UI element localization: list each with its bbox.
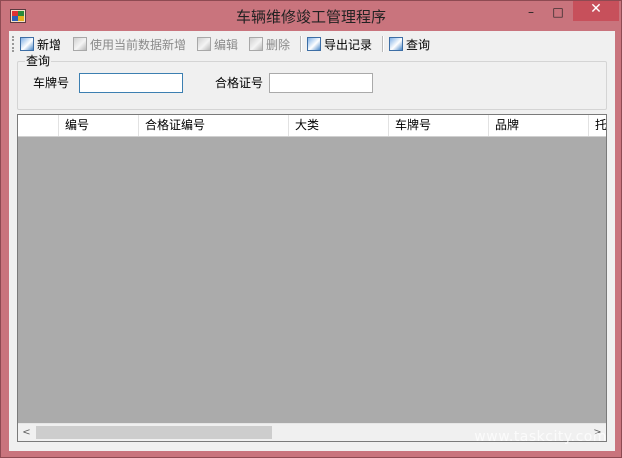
query-group-title: 查询 [25,54,52,68]
row-header-corner[interactable] [18,115,59,136]
column-header-plate-number[interactable]: 车牌号 [389,115,489,136]
column-header-certificate-number[interactable]: 合格证编号 [139,115,289,136]
scroll-thumb[interactable] [36,426,272,439]
maximize-button[interactable]: □ [544,5,572,23]
edit-button[interactable]: 编辑 [197,35,238,53]
close-button[interactable]: ✕ [573,1,619,21]
column-header-brand[interactable]: 品牌 [489,115,589,136]
add-from-current-button[interactable]: 使用当前数据新增 [73,35,186,53]
edit-button-label: 编辑 [214,37,239,52]
plate-number-label: 车牌号 [33,76,70,90]
export-records-button[interactable]: 导出记录 [307,35,372,53]
add-button[interactable]: 新增 [20,35,61,53]
records-grid[interactable]: 编号 合格证编号 大类 车牌号 品牌 托 < > [17,114,607,442]
column-header-truncated[interactable]: 托 [589,115,606,136]
delete-button-label: 删除 [266,37,291,52]
scroll-left-arrow[interactable]: < [18,424,35,441]
grid-header: 编号 合格证编号 大类 车牌号 品牌 托 [18,115,606,137]
column-header-id[interactable]: 编号 [59,115,139,136]
query-button[interactable]: 查询 [389,35,430,53]
query-groupbox: 查询 车牌号 合格证号 [17,54,607,110]
picture-icon [197,37,211,51]
toolbar-separator [300,36,302,52]
picture-icon [389,37,403,51]
column-header-category[interactable]: 大类 [289,115,389,136]
add-button-label: 新增 [37,37,62,52]
toolbar-grip[interactable] [12,36,16,52]
query-button-label: 查询 [406,37,431,52]
app-window: 车辆维修竣工管理程序 – □ ✕ 新增 使用当前数据新增 编辑 删除 导出记录 … [0,0,622,458]
toolbar: 新增 使用当前数据新增 编辑 删除 导出记录 查询 [9,31,615,57]
minimize-button[interactable]: – [517,5,545,23]
client-area: 新增 使用当前数据新增 编辑 删除 导出记录 查询 查询 车牌号 合格证号 编号… [9,31,615,451]
watermark: www.taskcity.com [474,429,607,445]
export-records-label: 导出记录 [324,37,373,52]
picture-icon [20,37,34,51]
certificate-number-input[interactable] [269,73,373,93]
add-from-current-label: 使用当前数据新增 [90,37,187,52]
certificate-number-label: 合格证号 [215,76,264,90]
toolbar-separator [382,36,384,52]
plate-number-input[interactable] [79,73,183,93]
title-bar[interactable]: 车辆维修竣工管理程序 – □ ✕ [1,1,621,31]
picture-icon [307,37,321,51]
picture-icon [249,37,263,51]
delete-button[interactable]: 删除 [249,35,290,53]
picture-icon [73,37,87,51]
